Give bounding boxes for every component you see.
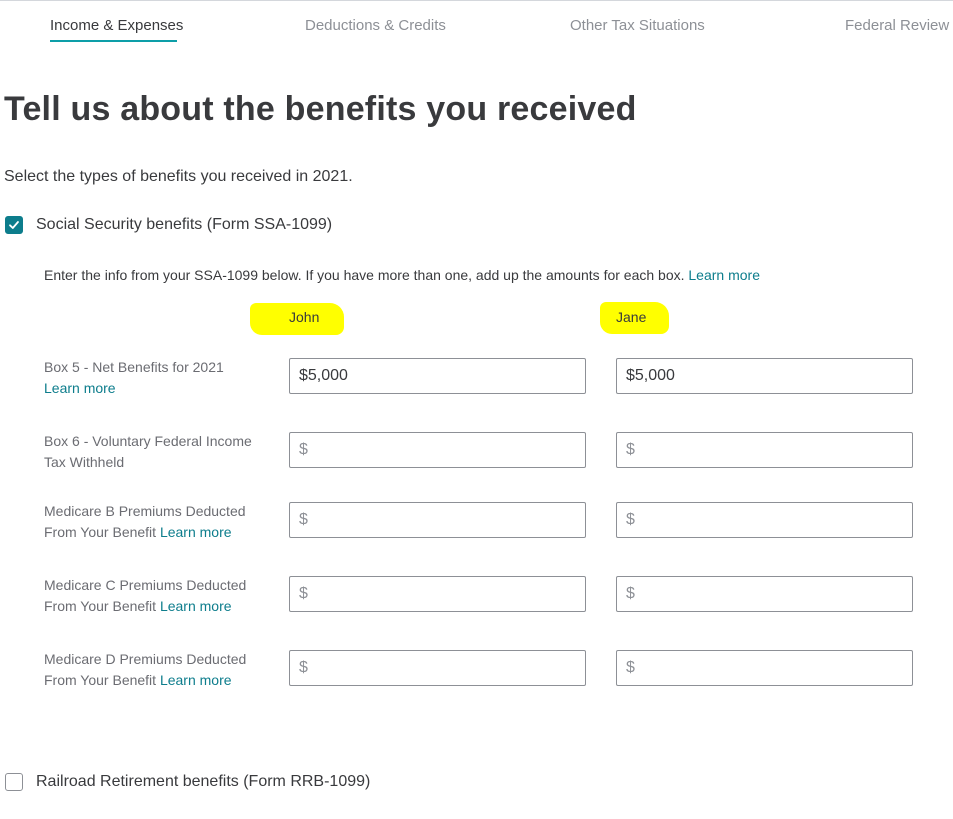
row-label-medicare-c: Medicare C Premiums Deducted From Your B… — [44, 575, 269, 617]
box6-john-input[interactable] — [289, 432, 586, 468]
top-divider — [0, 0, 953, 1]
tab-other-tax-situations[interactable]: Other Tax Situations — [570, 17, 705, 34]
tab-income-expenses[interactable]: Income & Expenses — [50, 17, 183, 34]
row-label-medicare-d: Medicare D Premiums Deducted From Your B… — [44, 649, 269, 691]
medicare-c-john-input[interactable] — [289, 576, 586, 612]
row-label-box5-text: Box 5 - Net Benefits for 2021 — [44, 359, 224, 375]
column-header-john: John — [289, 309, 320, 325]
ssa-info-message: Enter the info from your SSA-1099 below.… — [44, 267, 685, 283]
ssa-learn-more-link[interactable]: Learn more — [688, 267, 760, 283]
tab-federal-review[interactable]: Federal Review — [845, 17, 949, 34]
medicare-b-jane-input[interactable] — [616, 502, 913, 538]
page-title: Tell us about the benefits you received — [4, 90, 637, 128]
medicare-d-john-input[interactable] — [289, 650, 586, 686]
railroad-retirement-label[interactable]: Railroad Retirement benefits (Form RRB-1… — [36, 773, 370, 791]
medicare-d-jane-input[interactable] — [616, 650, 913, 686]
column-header-jane: Jane — [616, 309, 647, 325]
medicare-b-learn-more-link[interactable]: Learn more — [160, 524, 232, 540]
railroad-retirement-checkbox[interactable] — [5, 773, 23, 791]
medicare-c-learn-more-link[interactable]: Learn more — [160, 598, 232, 614]
page-subtitle: Select the types of benefits you receive… — [4, 168, 353, 185]
check-icon — [9, 221, 19, 229]
medicare-b-john-input[interactable] — [289, 502, 586, 538]
box6-jane-input[interactable] — [616, 432, 913, 468]
social-security-checkbox[interactable] — [5, 216, 23, 234]
ssa-info-text: Enter the info from your SSA-1099 below.… — [44, 267, 760, 283]
social-security-label[interactable]: Social Security benefits (Form SSA-1099) — [36, 216, 332, 234]
box5-learn-more-link[interactable]: Learn more — [44, 380, 116, 396]
box5-john-input[interactable] — [289, 358, 586, 394]
active-tab-indicator — [50, 40, 177, 42]
medicare-c-jane-input[interactable] — [616, 576, 913, 612]
row-label-box6: Box 6 - Voluntary Federal Income Tax Wit… — [44, 433, 252, 470]
tab-deductions-credits[interactable]: Deductions & Credits — [305, 17, 446, 34]
box5-jane-input[interactable] — [616, 358, 913, 394]
medicare-d-learn-more-link[interactable]: Learn more — [160, 672, 232, 688]
row-label-box5: Box 5 - Net Benefits for 2021 Learn more — [44, 357, 269, 399]
row-label-medicare-b: Medicare B Premiums Deducted From Your B… — [44, 501, 269, 543]
